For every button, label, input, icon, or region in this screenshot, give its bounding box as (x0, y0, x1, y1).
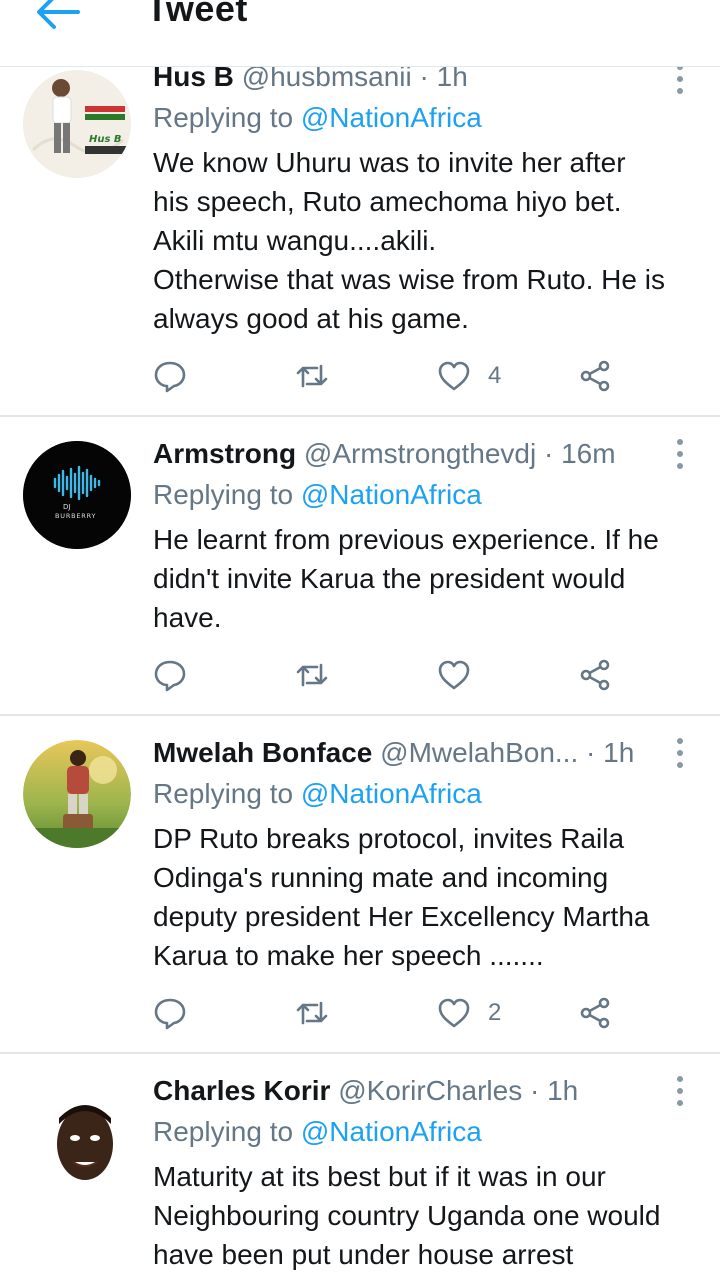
avatar[interactable]: DJ BURBERRY (23, 441, 131, 549)
share-icon (580, 997, 610, 1029)
tweet-time: 16m (561, 438, 616, 469)
svg-text:Hus B: Hus B (89, 134, 122, 145)
retweet-button[interactable] (295, 356, 329, 396)
like-button[interactable] (437, 655, 488, 695)
share-button[interactable] (578, 655, 612, 695)
retweet-icon (296, 1001, 328, 1025)
tweet-text: Maturity at its best but if it was in ou… (153, 1161, 661, 1270)
retweet-button[interactable] (295, 993, 329, 1033)
back-arrow-icon[interactable] (34, 0, 80, 32)
replying-to: Replying to @NationAfrica (153, 102, 482, 133)
top-app-bar: Tweet (0, 0, 720, 67)
reply-icon (154, 998, 186, 1030)
more-options-icon[interactable] (670, 736, 690, 770)
avatar[interactable] (23, 740, 131, 848)
retweet-icon (296, 364, 328, 388)
reply-icon (154, 361, 186, 393)
tweet-card[interactable]: DJ BURBERRY Armstrong @Armstrongthevdj ·… (0, 417, 720, 715)
share-button[interactable] (578, 993, 612, 1033)
tweet-time: 1h (603, 737, 635, 768)
tweet-card[interactable]: Mwelah Bonface @MwelahBon... · 1h Replyi… (0, 716, 720, 1052)
share-icon (580, 360, 610, 392)
share-button[interactable] (578, 356, 612, 396)
tweet-header: Armstrong @Armstrongthevdj · 16m (153, 437, 616, 471)
user-handle[interactable]: @Armstrongthevdj (304, 438, 536, 469)
reply-icon (154, 660, 186, 692)
reply-button[interactable] (153, 655, 187, 695)
dot-separator: · (586, 737, 604, 768)
mention-link[interactable]: @NationAfrica (301, 1116, 482, 1147)
display-name[interactable]: Charles Korir (153, 1075, 330, 1106)
heart-icon (438, 660, 470, 690)
like-button[interactable]: 2 (437, 993, 501, 1033)
tweet-text: DP Ruto breaks protocol, invites Raila O… (153, 823, 650, 971)
display-name[interactable]: Mwelah Bonface (153, 737, 372, 768)
like-button[interactable]: 4 (437, 356, 501, 396)
heart-icon (438, 361, 470, 391)
dot-separator: · (530, 1075, 548, 1106)
page-title: Tweet (146, 0, 248, 29)
tweet-header: Mwelah Bonface @MwelahBon... · 1h (153, 736, 634, 770)
tweet-actions (153, 655, 673, 695)
tweet-actions: 2 (153, 993, 673, 1033)
user-handle[interactable]: @MwelahBon... (380, 737, 578, 768)
svg-text:DJ: DJ (63, 503, 70, 511)
mention-link[interactable]: @NationAfrica (301, 479, 482, 510)
more-options-icon[interactable] (670, 1074, 690, 1108)
reply-button[interactable] (153, 993, 187, 1033)
dot-separator: · (543, 438, 562, 469)
more-options-icon[interactable] (670, 437, 690, 471)
avatar[interactable]: Hus B (23, 70, 131, 178)
more-options-icon[interactable] (670, 62, 690, 96)
tweet-card[interactable]: Charles Korir @KorirCharles · 1h Replyin… (0, 1054, 720, 1281)
replying-to: Replying to @NationAfrica (153, 1116, 482, 1147)
retweet-icon (296, 663, 328, 687)
tweet-card[interactable]: Hus B Hus B @husbmsanii · 1h Replying to… (0, 61, 720, 416)
reply-button[interactable] (153, 356, 187, 396)
retweet-button[interactable] (295, 655, 329, 695)
tweet-actions: 4 (153, 356, 673, 396)
tweet-text: We know Uhuru was to invite her after hi… (153, 147, 665, 334)
tweet-text: He learnt from previous experience. If h… (153, 524, 659, 633)
like-count: 4 (488, 362, 502, 389)
tweet-header: Charles Korir @KorirCharles · 1h (153, 1074, 578, 1108)
user-handle[interactable]: @KorirCharles (338, 1075, 522, 1106)
share-icon (580, 659, 610, 691)
like-count: 2 (488, 999, 502, 1026)
display-name[interactable]: Armstrong (153, 438, 296, 469)
mention-link[interactable]: @NationAfrica (301, 778, 482, 809)
replying-to: Replying to @NationAfrica (153, 778, 482, 809)
tweet-time: 1h (547, 1075, 579, 1106)
avatar[interactable] (23, 1078, 131, 1186)
replying-to: Replying to @NationAfrica (153, 479, 482, 510)
heart-icon (438, 998, 470, 1028)
svg-text:BURBERRY: BURBERRY (55, 512, 96, 520)
mention-link[interactable]: @NationAfrica (301, 102, 482, 133)
